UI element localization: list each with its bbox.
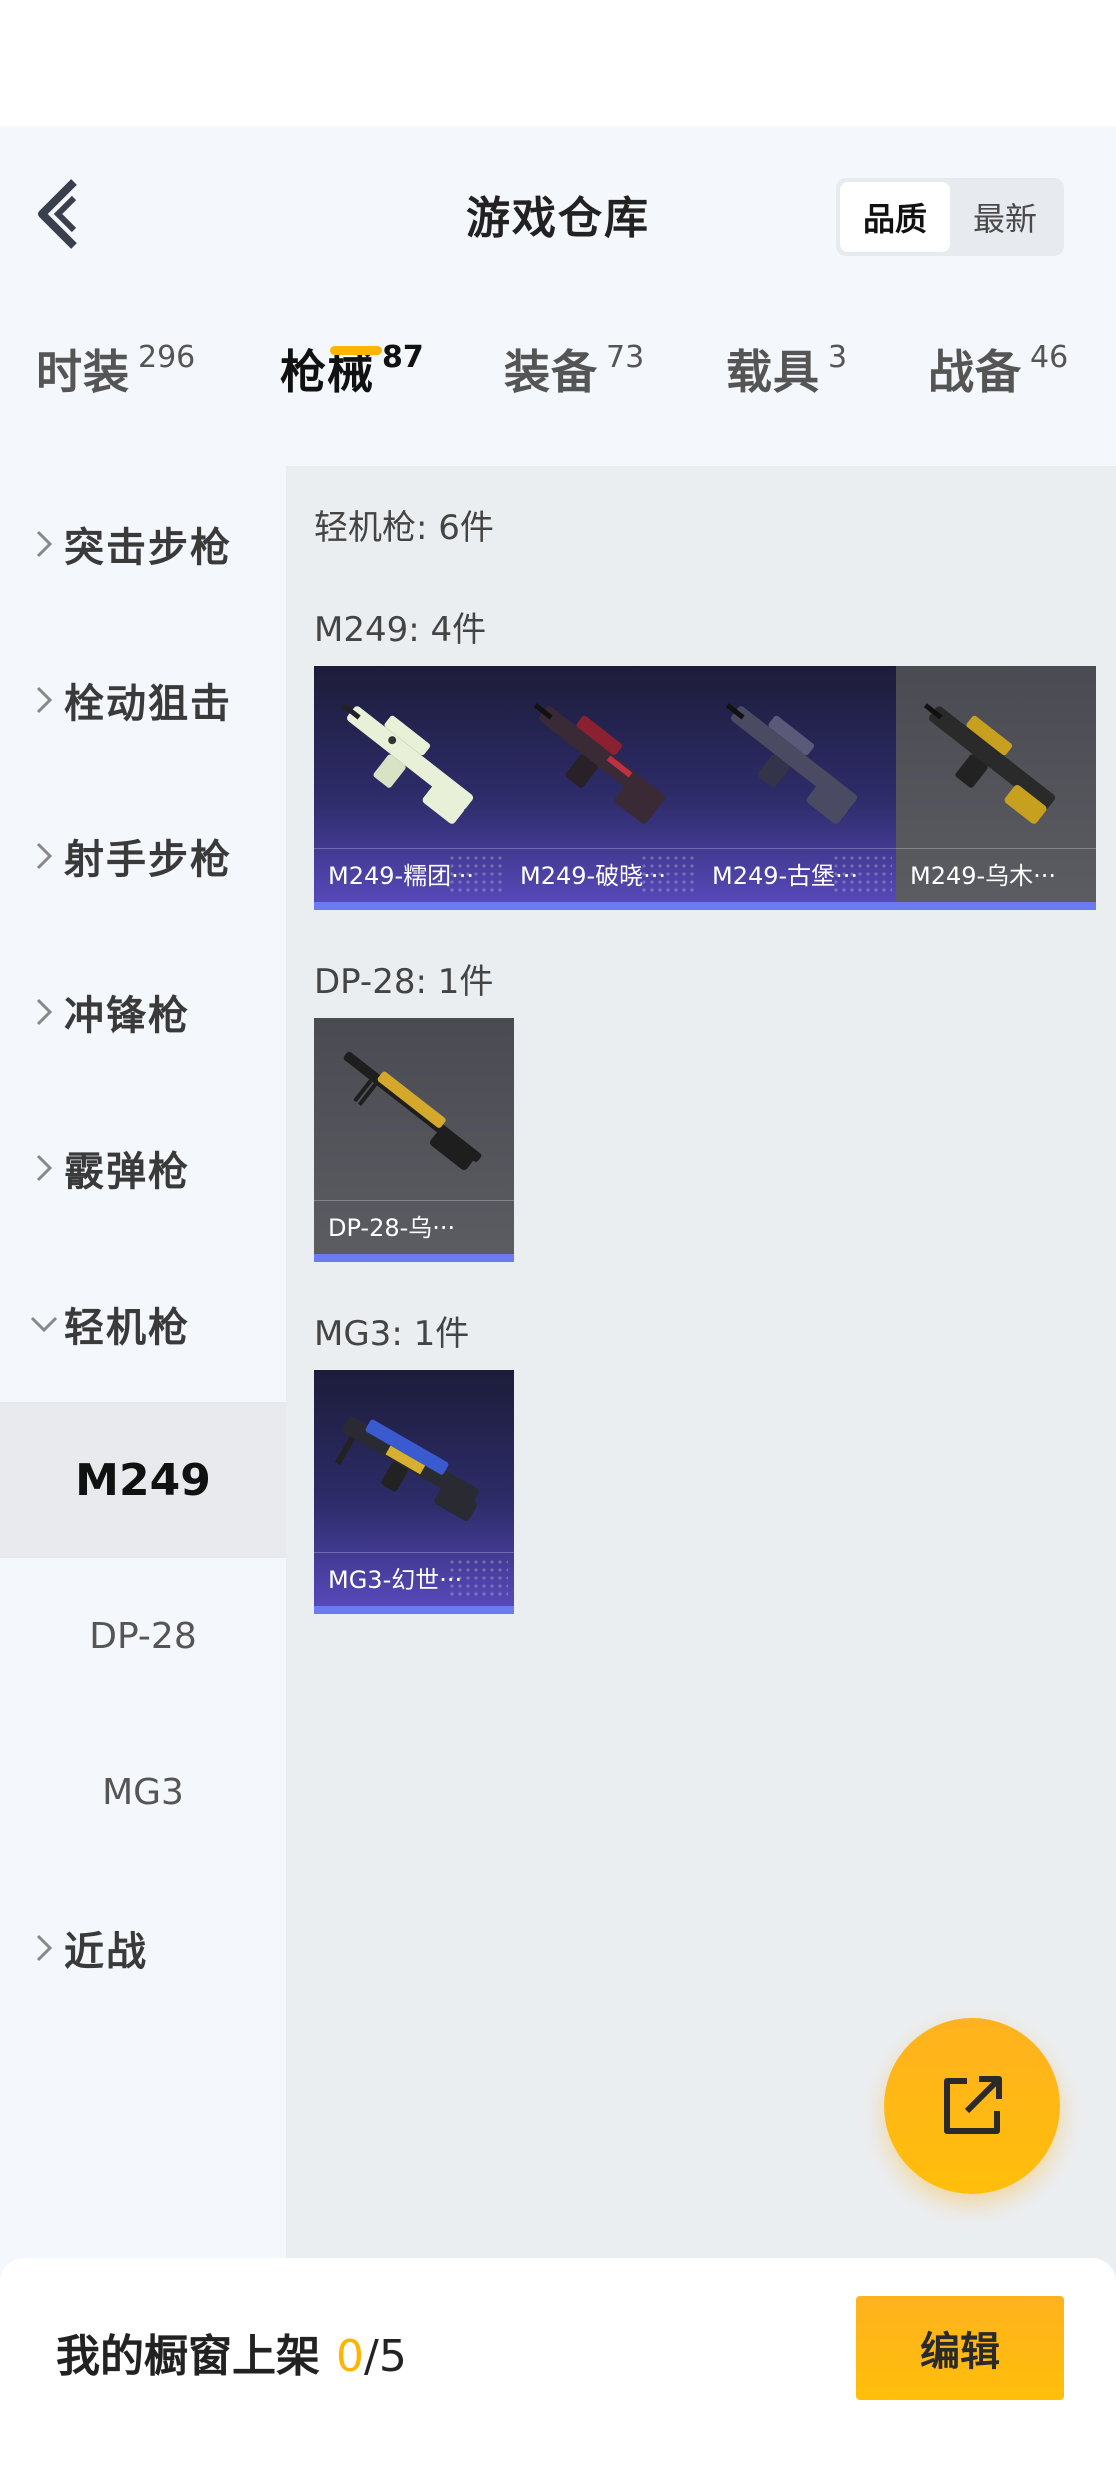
rarity-bar — [314, 902, 514, 910]
rarity-bar — [506, 902, 706, 910]
sidebar-item-smg[interactable]: 冲锋枪 — [0, 934, 286, 1090]
chevron-right-icon — [24, 1153, 64, 1183]
tab-label: 装备 — [504, 345, 598, 399]
share-button[interactable] — [884, 2018, 1060, 2194]
warehouse-screen: 游戏仓库 品质 最新 时装 296 枪械 87 装备 73 载具 3 战备 46 — [0, 126, 1116, 2484]
lmg-skin-icon — [533, 703, 666, 824]
sidebar-item-label: 近战 — [64, 1929, 148, 1975]
sidebar-item-melee[interactable]: 近战 — [0, 1870, 286, 2026]
sidebar-subitem-dp28[interactable]: DP-28 — [0, 1558, 286, 1714]
item-card[interactable]: MG3-幻世··· — [314, 1370, 514, 1614]
item-card[interactable]: DP-28-乌··· — [314, 1018, 514, 1262]
lmg-skin-icon — [923, 703, 1056, 824]
sidebar-subitem-mg3[interactable]: MG3 — [0, 1714, 286, 1870]
tab-label: 时装 — [36, 345, 130, 399]
lmg-skin-icon — [341, 703, 474, 824]
group-title-dp28: DP-28: 1件 — [314, 962, 494, 1002]
sidebar-item-shotgun[interactable]: 霰弹枪 — [0, 1090, 286, 1246]
active-tab-indicator — [330, 346, 382, 355]
tab-count: 3 — [828, 340, 848, 375]
sidebar-item-label: 栓动狙击 — [64, 681, 232, 727]
tab-count: 296 — [138, 340, 196, 375]
chevron-right-icon — [24, 1933, 64, 1963]
status-bar-area — [0, 0, 1116, 126]
group-title-mg3: MG3: 1件 — [314, 1314, 470, 1354]
rarity-bar — [314, 1606, 514, 1614]
sidebar-item-label: 霰弹枪 — [64, 1149, 190, 1195]
sort-quality-option[interactable]: 品质 — [840, 182, 950, 252]
group-title-m249: M249: 4件 — [314, 610, 487, 650]
showcase-label: 我的橱窗上架 — [56, 2331, 320, 2382]
sidebar-item-label: 轻机枪 — [64, 1305, 190, 1351]
bottom-bar: 我的橱窗上架 0 /5 编辑 — [0, 2258, 1116, 2484]
sidebar-item-label: 突击步枪 — [64, 525, 232, 571]
edit-button[interactable]: 编辑 — [856, 2296, 1064, 2400]
lmg-skin-icon — [343, 1051, 482, 1170]
showcase-total: /5 — [364, 2331, 407, 2382]
header: 游戏仓库 品质 最新 — [0, 126, 1116, 310]
rarity-bar — [314, 1254, 514, 1262]
sidebar: 突击步枪 栓动狙击 射手步枪 冲锋枪 霰弹枪 轻机枪 M249 DP-28 MG… — [0, 466, 286, 2384]
item-name: DP-28-乌··· — [314, 1200, 514, 1250]
chevron-down-icon — [24, 1315, 64, 1333]
lmg-skin-icon — [725, 703, 858, 824]
chevron-right-icon — [24, 529, 64, 559]
item-card[interactable]: M249-破晓··· — [506, 666, 706, 910]
sidebar-item-assault-rifle[interactable]: 突击步枪 — [0, 466, 286, 622]
category-tabs: 时装 296 枪械 87 装备 73 载具 3 战备 46 — [0, 336, 1116, 456]
chevron-right-icon — [24, 841, 64, 871]
chevron-right-icon — [24, 685, 64, 715]
tab-label: 载具 — [726, 345, 820, 399]
sidebar-item-bolt-sniper[interactable]: 栓动狙击 — [0, 622, 286, 778]
sidebar-item-marksman-rifle[interactable]: 射手步枪 — [0, 778, 286, 934]
sidebar-subitem-m249[interactable]: M249 — [0, 1402, 286, 1558]
lmg-skin-icon — [334, 1416, 479, 1521]
showcase-count: 0 — [336, 2331, 364, 2382]
tab-fashion[interactable]: 时装 296 — [36, 336, 195, 456]
item-card[interactable]: M249-乌木··· — [896, 666, 1096, 910]
sidebar-item-label: 射手步枪 — [64, 837, 232, 883]
section-title: 轻机枪: 6件 — [314, 508, 494, 548]
tab-gear[interactable]: 战备 46 — [928, 336, 1068, 456]
item-card[interactable]: M249-古堡··· — [698, 666, 898, 910]
share-external-icon — [944, 2076, 1002, 2134]
tab-vehicles[interactable]: 载具 3 — [726, 336, 847, 456]
item-card[interactable]: M249-糯团··· — [314, 666, 514, 910]
tab-count: 73 — [606, 340, 645, 375]
showcase-status: 我的橱窗上架 0 /5 — [56, 2320, 407, 2384]
item-name: MG3-幻世··· — [314, 1552, 514, 1602]
tab-equipment[interactable]: 装备 73 — [504, 336, 644, 456]
sidebar-item-label: 冲锋枪 — [64, 993, 190, 1039]
sidebar-item-lmg[interactable]: 轻机枪 — [0, 1246, 286, 1402]
rarity-bar — [896, 902, 1096, 910]
sort-toggle: 品质 最新 — [836, 178, 1064, 256]
item-name: M249-乌木··· — [896, 848, 1096, 898]
chevron-right-icon — [24, 997, 64, 1027]
rarity-bar — [698, 902, 898, 910]
sort-newest-option[interactable]: 最新 — [950, 182, 1060, 252]
tab-label: 战备 — [928, 345, 1022, 399]
item-name: M249-破晓··· — [506, 848, 706, 898]
item-name: M249-糯团··· — [314, 848, 514, 898]
item-name: M249-古堡··· — [698, 848, 898, 898]
tab-count: 46 — [1030, 340, 1069, 375]
tab-count: 87 — [382, 340, 424, 375]
